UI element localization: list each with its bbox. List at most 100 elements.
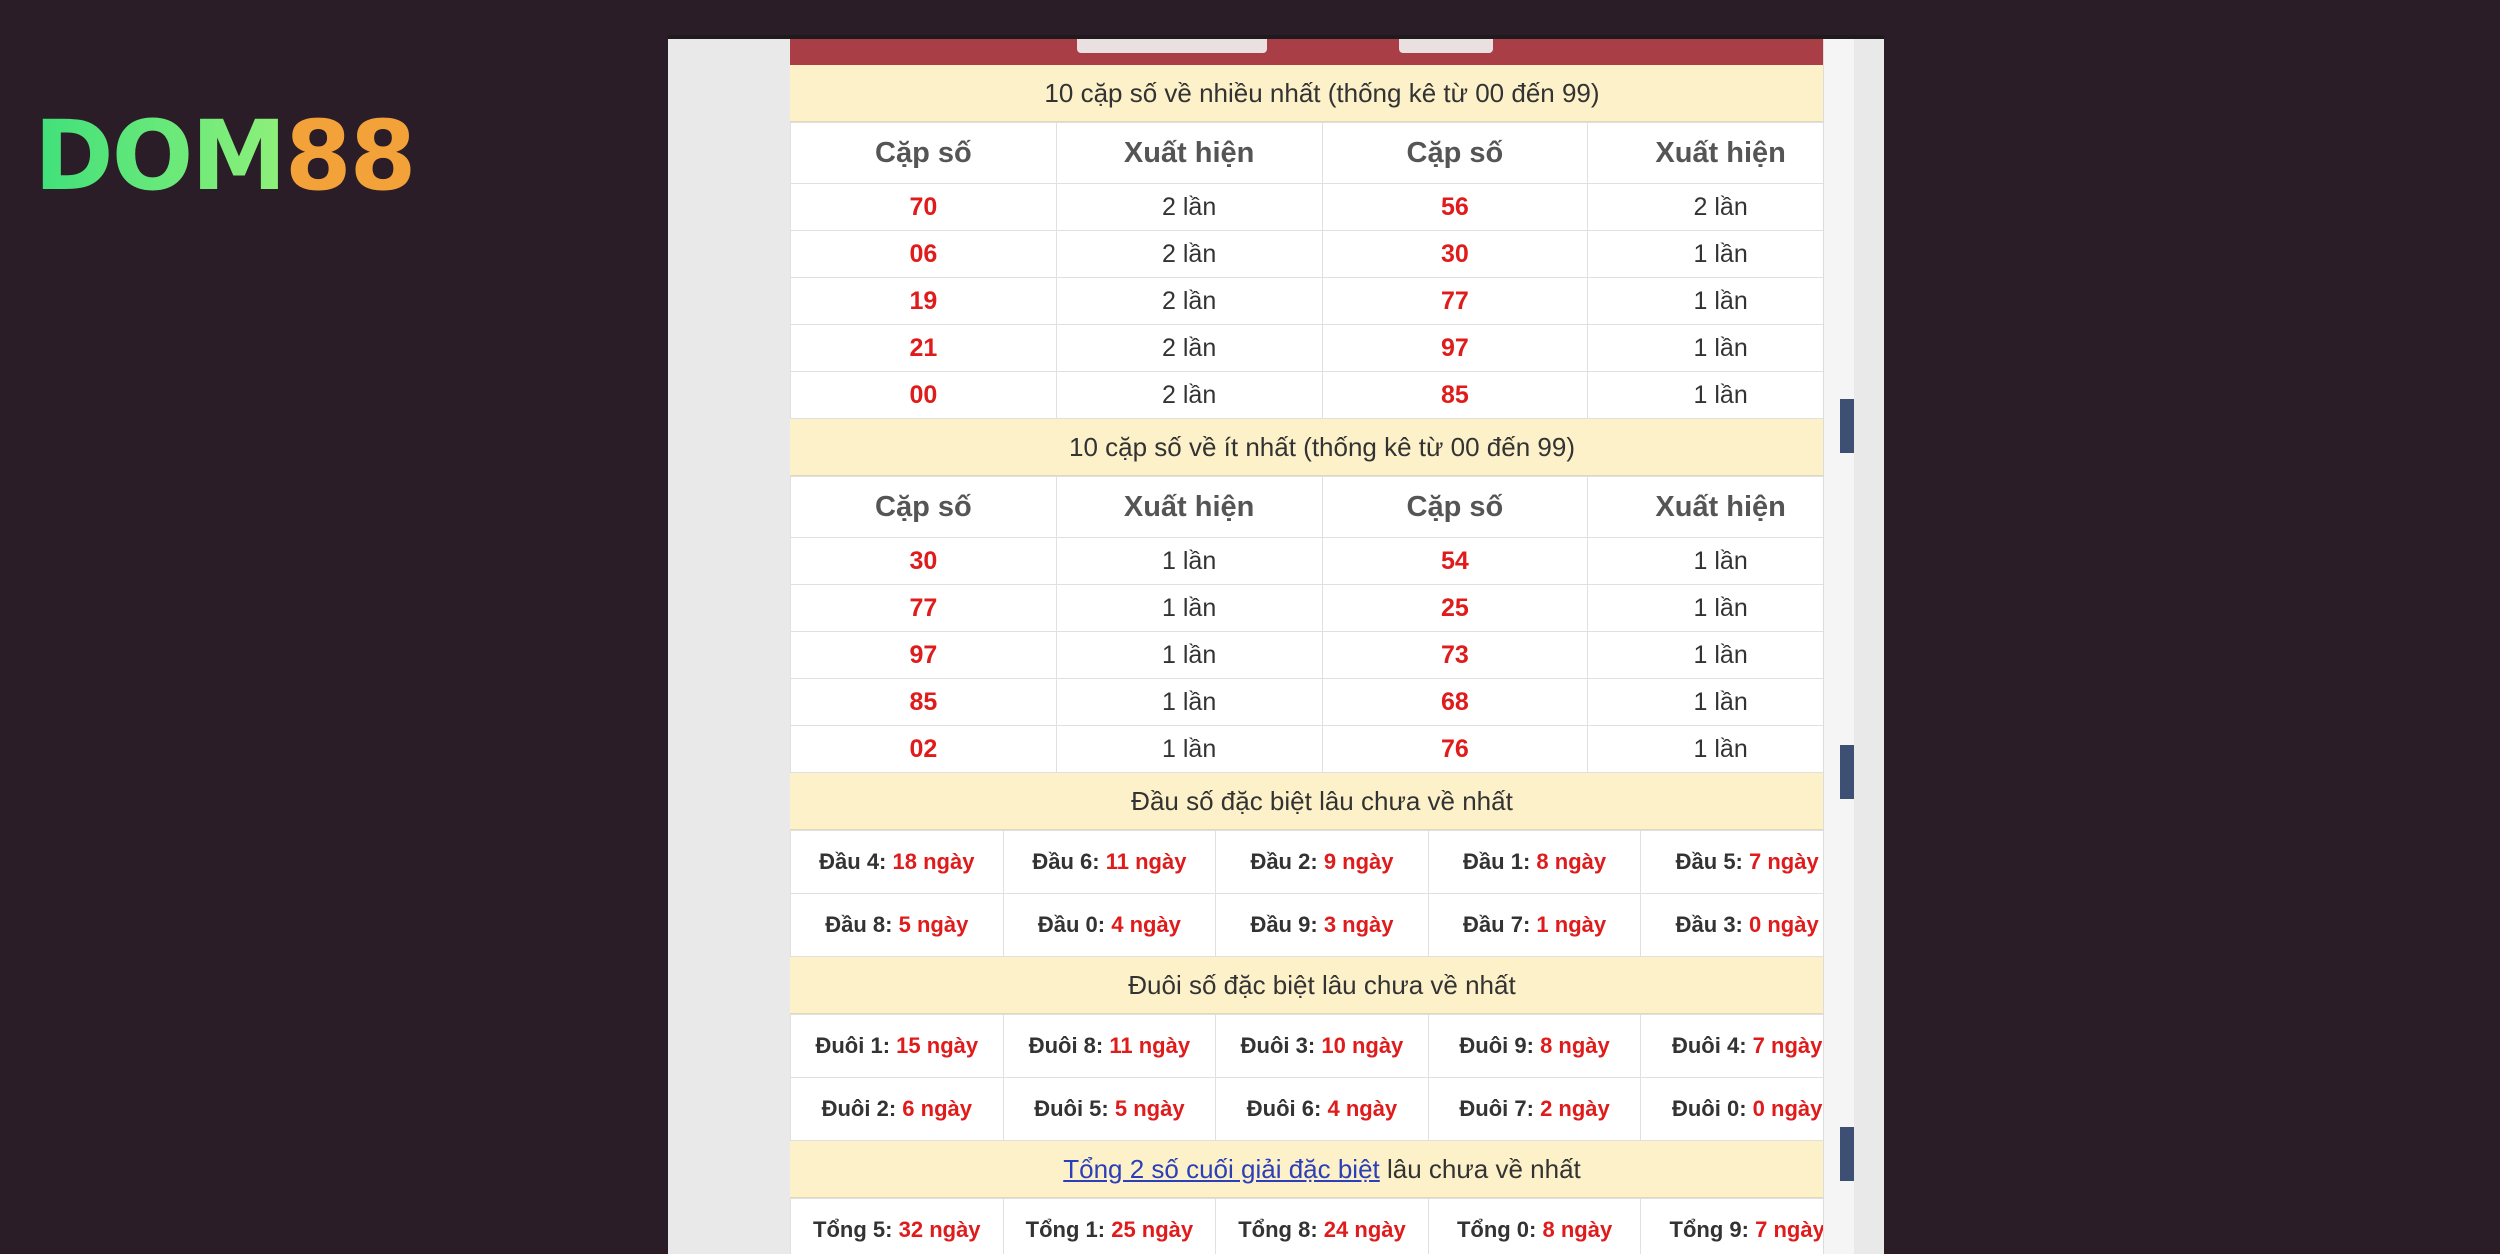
occurrence-count: 2 lần: [1056, 278, 1322, 325]
stat-value: 8 ngày: [1536, 849, 1606, 874]
occurrence-count: 2 lần: [1056, 325, 1322, 372]
occurrence-count: 1 lần: [1056, 538, 1322, 585]
stat-label: Đuôi 3:: [1241, 1033, 1316, 1058]
stat-label: Đuôi 7:: [1459, 1096, 1534, 1121]
pair-number: 73: [1322, 632, 1588, 679]
stat-value: 15 ngày: [896, 1033, 978, 1058]
stat-value: 5 ngày: [1115, 1096, 1185, 1121]
tail-digit-title: Đuôi số đặc biệt lâu chưa về nhất: [790, 957, 1854, 1014]
stat-value: 6 ngày: [902, 1096, 972, 1121]
pair-number: 19: [791, 278, 1057, 325]
stat-cell: Đầu 3: 0 ngày: [1641, 894, 1854, 957]
stat-value: 10 ngày: [1321, 1033, 1403, 1058]
stat-cell: Đầu 7: 1 ngày: [1428, 894, 1641, 957]
stat-label: Đuôi 8:: [1029, 1033, 1104, 1058]
stat-label: Đuôi 6:: [1247, 1096, 1322, 1121]
column-header: Xuất hiện: [1588, 123, 1854, 184]
pair-number: 76: [1322, 726, 1588, 773]
pair-number: 77: [791, 585, 1057, 632]
stat-cell: Tổng 5: 32 ngày: [791, 1199, 1004, 1254]
pair-number: 54: [1322, 538, 1588, 585]
stat-label: Đầu 6:: [1032, 849, 1099, 874]
pair-number: 97: [1322, 325, 1588, 372]
least-frequent-table: Cặp số Xuất hiện Cặp số Xuất hiện 301 lầ…: [790, 476, 1854, 773]
stat-cell: Đuôi 4: 7 ngày: [1641, 1015, 1854, 1078]
table-row: 971 lần731 lần: [791, 632, 1854, 679]
stat-cell: Đuôi 5: 5 ngày: [1003, 1078, 1216, 1141]
stat-value: 0 ngày: [1749, 912, 1819, 937]
table-row: 702 lần562 lần: [791, 184, 1854, 231]
column-header: Cặp số: [1322, 123, 1588, 184]
stat-cell: Đầu 5: 7 ngày: [1641, 831, 1854, 894]
side-widget-tab[interactable]: [1840, 1127, 1854, 1181]
stat-value: 11 ngày: [1109, 1033, 1190, 1058]
header-bar: [790, 39, 1854, 65]
occurrence-count: 1 lần: [1056, 632, 1322, 679]
occurrence-count: 2 lần: [1056, 231, 1322, 278]
stat-cell: Tổng 8: 24 ngày: [1216, 1199, 1429, 1254]
side-widget-tab[interactable]: [1840, 745, 1854, 799]
column-header: Xuất hiện: [1056, 477, 1322, 538]
occurrence-count: 2 lần: [1056, 372, 1322, 419]
browser-screenshot: 10 cặp số về nhiều nhất (thống kê từ 00 …: [668, 35, 1884, 1254]
table-row: 301 lần541 lần: [791, 538, 1854, 585]
table-row: Đuôi 2: 6 ngày Đuôi 5: 5 ngày Đuôi 6: 4 …: [791, 1078, 1854, 1141]
column-header: Cặp số: [791, 477, 1057, 538]
table-row: 021 lần761 lần: [791, 726, 1854, 773]
stat-label: Đuôi 2:: [822, 1096, 897, 1121]
stat-cell: Đầu 2: 9 ngày: [1216, 831, 1429, 894]
column-header: Cặp số: [791, 123, 1057, 184]
occurrence-count: 1 lần: [1588, 278, 1854, 325]
table-row: Đuôi 1: 15 ngày Đuôi 8: 11 ngày Đuôi 3: …: [791, 1015, 1854, 1078]
side-scroll-area: [1823, 39, 1854, 1254]
occurrence-count: 1 lần: [1056, 679, 1322, 726]
stat-label: Đuôi 5:: [1034, 1096, 1109, 1121]
stat-value: 5 ngày: [899, 912, 969, 937]
table-row: Tổng 5: 32 ngày Tổng 1: 25 ngày Tổng 8: …: [791, 1199, 1854, 1254]
pair-number: 06: [791, 231, 1057, 278]
table-row: 851 lần681 lần: [791, 679, 1854, 726]
tail-digit-table: Đuôi 1: 15 ngày Đuôi 8: 11 ngày Đuôi 3: …: [790, 1014, 1854, 1141]
occurrence-count: 1 lần: [1588, 538, 1854, 585]
stat-label: Đuôi 1:: [815, 1033, 890, 1058]
pair-number: 85: [1322, 372, 1588, 419]
stat-value: 25 ngày: [1111, 1217, 1193, 1242]
stat-label: Đầu 2:: [1250, 849, 1317, 874]
stat-cell: Tổng 0: 8 ngày: [1428, 1199, 1641, 1254]
stat-value: 8 ngày: [1543, 1217, 1613, 1242]
stat-value: 4 ngày: [1327, 1096, 1397, 1121]
stat-value: 7 ngày: [1753, 1033, 1823, 1058]
most-frequent-table: Cặp số Xuất hiện Cặp số Xuất hiện 702 lầ…: [790, 122, 1854, 419]
table-row: Đầu 8: 5 ngày Đầu 0: 4 ngày Đầu 9: 3 ngà…: [791, 894, 1854, 957]
pair-number: 25: [1322, 585, 1588, 632]
stat-label: Tổng 8:: [1238, 1217, 1317, 1242]
pair-number: 56: [1322, 184, 1588, 231]
stat-cell: Đầu 8: 5 ngày: [791, 894, 1004, 957]
occurrence-count: 1 lần: [1056, 585, 1322, 632]
sum-title: Tổng 2 số cuối giải đặc biệt lâu chưa về…: [790, 1141, 1854, 1198]
stat-cell: Tổng 1: 25 ngày: [1003, 1199, 1216, 1254]
stat-label: Đầu 3:: [1676, 912, 1743, 937]
logo-text-88: 88: [285, 100, 415, 212]
stat-value: 1 ngày: [1536, 912, 1606, 937]
header-tab[interactable]: [1399, 39, 1493, 53]
pair-number: 85: [791, 679, 1057, 726]
side-widget-tab[interactable]: [1840, 399, 1854, 453]
stat-cell: Đầu 0: 4 ngày: [1003, 894, 1216, 957]
pair-number: 30: [1322, 231, 1588, 278]
stat-value: 24 ngày: [1324, 1217, 1406, 1242]
header-tab[interactable]: [1077, 39, 1267, 53]
stat-cell: Đầu 4: 18 ngày: [791, 831, 1004, 894]
stat-label: Đầu 5:: [1676, 849, 1743, 874]
sum-title-link[interactable]: Tổng 2 số cuối giải đặc biệt: [1063, 1154, 1380, 1184]
stat-value: 0 ngày: [1753, 1096, 1823, 1121]
occurrence-count: 1 lần: [1056, 726, 1322, 773]
stat-value: 4 ngày: [1111, 912, 1181, 937]
stat-value: 32 ngày: [899, 1217, 981, 1242]
stat-cell: Đầu 9: 3 ngày: [1216, 894, 1429, 957]
stat-label: Đầu 4:: [819, 849, 886, 874]
pair-number: 77: [1322, 278, 1588, 325]
stat-cell: Đuôi 3: 10 ngày: [1216, 1015, 1429, 1078]
pair-number: 00: [791, 372, 1057, 419]
column-header: Cặp số: [1322, 477, 1588, 538]
